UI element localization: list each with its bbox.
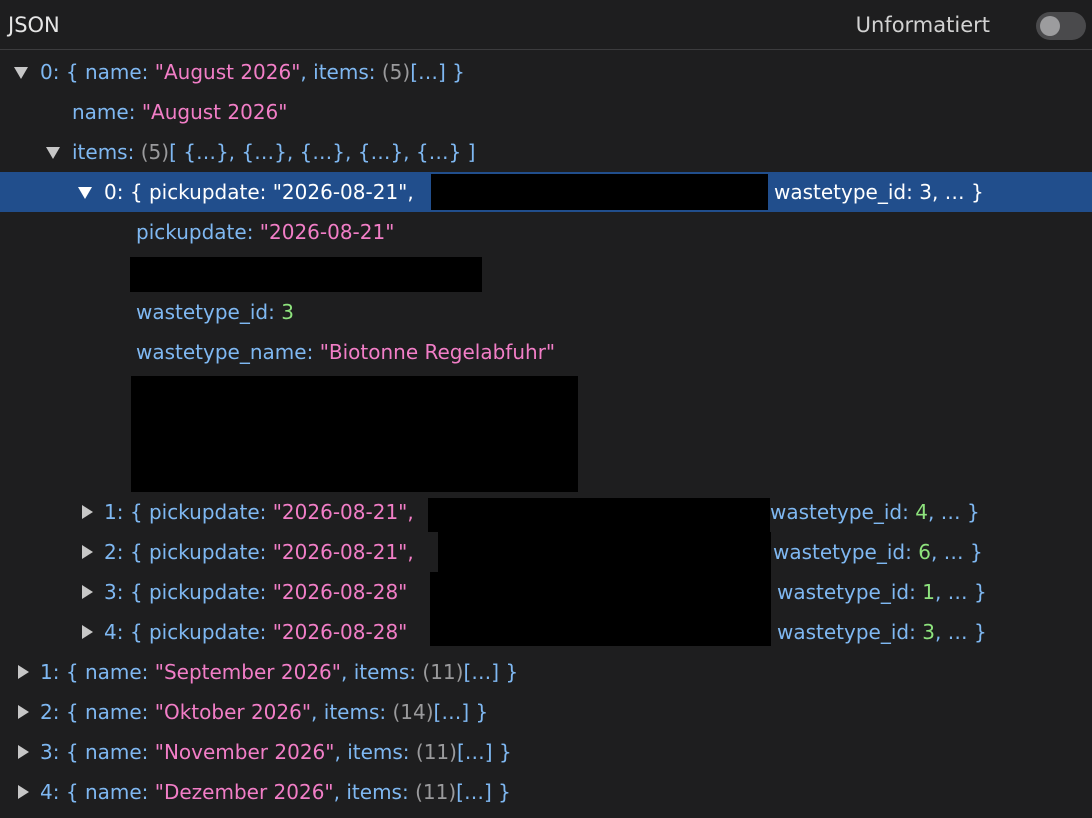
tree-row-month-2[interactable]: 2: { name: "Oktober 2026", items: (14)[…… [0, 692, 1092, 732]
tree-row-wastetype-id: wastetype_id: 3 [0, 292, 1092, 332]
tree-row-item-2[interactable]: 2: { pickupdate: "2026-08-21", wastetype… [0, 532, 1092, 572]
tree-row-item-4[interactable]: 4: { pickupdate: "2026-08-28" wastetype_… [0, 612, 1092, 652]
disclosure-closed-icon[interactable] [18, 665, 29, 679]
unformatted-label: Unformatiert [855, 13, 990, 37]
row-content: 0: { name: "August 2026", items: (5)[…] … [40, 60, 465, 84]
disclosure-open-icon[interactable] [46, 147, 60, 159]
tree-row-month-1[interactable]: 1: { name: "September 2026", items: (11)… [0, 652, 1092, 692]
tree-row-items[interactable]: items: (5)[ {…}, {…}, {…}, {…}, {…} ] [0, 132, 1092, 172]
row-content: 2: { name: "Oktober 2026", items: (14)[…… [40, 700, 489, 724]
unformatted-toggle[interactable] [1036, 12, 1086, 40]
tree-row-item-1[interactable]: 1: { pickupdate: "2026-08-21", wastetype… [0, 492, 1092, 532]
redaction-box [430, 612, 771, 646]
row-content: 3: { name: "November 2026", items: (11)[… [40, 740, 512, 764]
disclosure-closed-icon[interactable] [18, 785, 29, 799]
tree-row-wastetype-name: wastetype_name: "Biotonne Regelabfuhr" [0, 332, 1092, 372]
row-content-tail: wastetype_id: 1, … } [777, 580, 987, 604]
row-content: 1: { name: "September 2026", items: (11)… [40, 660, 519, 684]
disclosure-closed-icon[interactable] [82, 585, 93, 599]
redaction-box [431, 174, 768, 210]
tree-row-pickupdate: pickupdate: "2026-08-21" [0, 212, 1092, 252]
tree-row-month-0[interactable]: 0: { name: "August 2026", items: (5)[…] … [0, 52, 1092, 92]
redaction-box [438, 532, 771, 572]
tree-row-item-0-selected[interactable]: 0: { pickupdate: "2026-08-21", wastetype… [0, 172, 1092, 212]
tree-row-item-3[interactable]: 3: { pickupdate: "2026-08-28" wastetype_… [0, 572, 1092, 612]
row-content: 2: { pickupdate: "2026-08-21", [104, 540, 414, 564]
row-content: wastetype_name: "Biotonne Regelabfuhr" [136, 340, 556, 364]
row-content-tail: wastetype_id: 3, … } [777, 620, 987, 644]
row-content: 4: { pickupdate: "2026-08-28" [104, 620, 408, 644]
disclosure-open-icon[interactable] [14, 67, 28, 79]
json-viewer-header: JSON Unformatiert [0, 0, 1092, 50]
tree-row-name: name: "August 2026" [0, 92, 1092, 132]
disclosure-open-icon[interactable] [78, 187, 92, 199]
row-content: items: (5)[ {…}, {…}, {…}, {…}, {…} ] [72, 140, 476, 164]
row-content: wastetype_id: 3 [136, 300, 294, 324]
tree-row-month-3[interactable]: 3: { name: "November 2026", items: (11)[… [0, 732, 1092, 772]
disclosure-closed-icon[interactable] [18, 705, 29, 719]
redaction-box [130, 257, 482, 292]
redaction-box [428, 498, 770, 532]
disclosure-closed-icon[interactable] [82, 545, 93, 559]
disclosure-closed-icon[interactable] [18, 745, 29, 759]
row-content: 0: { pickupdate: "2026-08-21", [104, 180, 414, 204]
toggle-knob [1040, 16, 1060, 36]
disclosure-closed-icon[interactable] [82, 625, 93, 639]
disclosure-closed-icon[interactable] [82, 505, 93, 519]
tree-row-month-4[interactable]: 4: { name: "Dezember 2026", items: (11)[… [0, 772, 1092, 812]
viewer-title: JSON [8, 13, 60, 37]
row-content-tail: wastetype_id: 4, … } [770, 500, 980, 524]
redaction-box [430, 572, 771, 612]
redaction-box [131, 376, 578, 492]
row-content-tail: wastetype_id: 3, … } [774, 180, 984, 204]
row-content: pickupdate: "2026-08-21" [136, 220, 395, 244]
row-content: 1: { pickupdate: "2026-08-21", [104, 500, 414, 524]
row-content: name: "August 2026" [72, 100, 288, 124]
row-content: 4: { name: "Dezember 2026", items: (11)[… [40, 780, 511, 804]
row-content: 3: { pickupdate: "2026-08-28" [104, 580, 408, 604]
row-content-tail: wastetype_id: 6, … } [773, 540, 983, 564]
